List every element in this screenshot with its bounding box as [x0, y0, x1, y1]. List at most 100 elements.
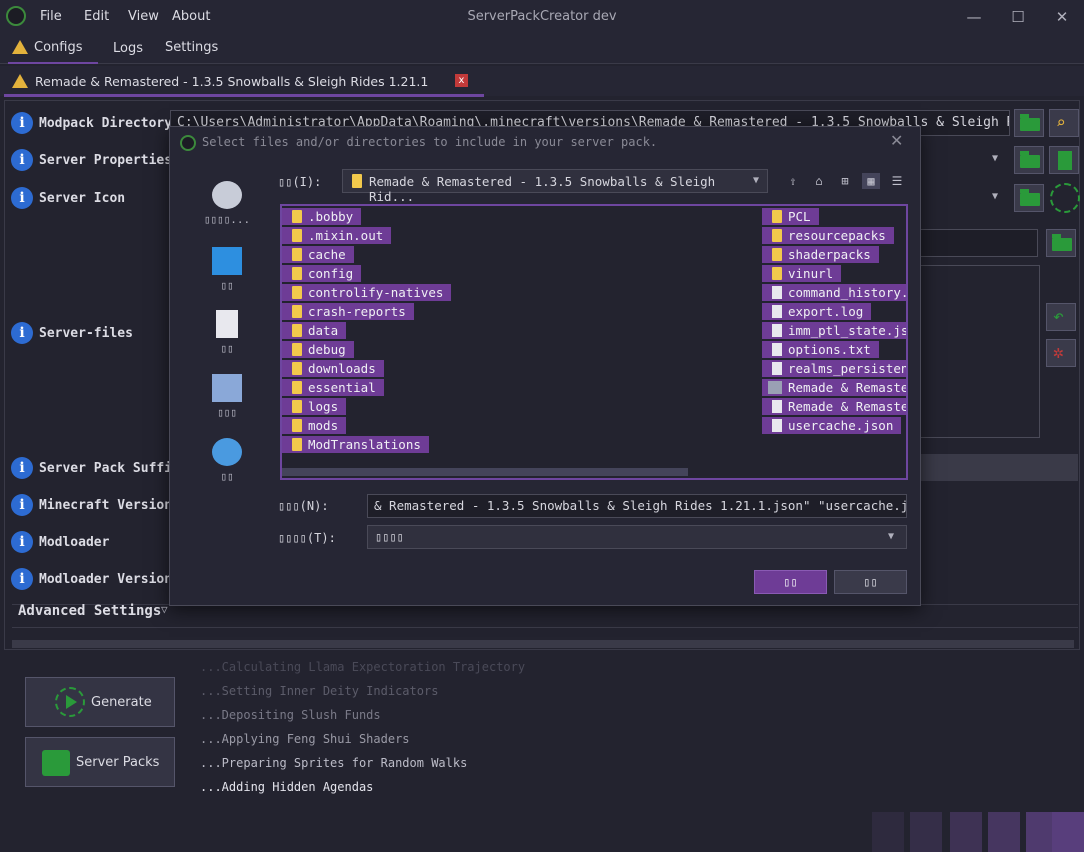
generate-button[interactable]: Generate — [25, 677, 175, 727]
advanced-settings-label[interactable]: Advanced Settings — [18, 603, 161, 619]
tab-config-remade[interactable]: Remade & Remastered - 1.3.5 Snowballs & … — [35, 74, 428, 89]
look-in-combo[interactable]: Remade & Remastered - 1.3.5 Snowballs & … — [342, 169, 768, 204]
file-item[interactable]: .mixin.out — [282, 227, 392, 244]
menu-view[interactable]: View — [128, 9, 159, 24]
folder-icon — [292, 400, 302, 413]
file-item[interactable]: config — [282, 265, 362, 282]
browse-folder-button[interactable] — [1014, 109, 1044, 137]
file-item-name: resourcepacks — [788, 228, 886, 243]
close-window-button[interactable]: ✕ — [1052, 8, 1072, 26]
place-computer[interactable]: ▯▯▯ — [190, 374, 264, 419]
place-documents[interactable]: ▯▯ — [190, 310, 264, 355]
list-view-icon[interactable]: ▦ — [862, 173, 880, 189]
file-item[interactable]: usercache.json — [762, 417, 902, 434]
horizontal-scrollbar[interactable] — [282, 468, 688, 476]
minimize-button[interactable]: — — [964, 8, 984, 26]
up-folder-icon[interactable]: ⇪ — [784, 173, 802, 189]
ok-button[interactable]: ▯▯ — [754, 570, 827, 594]
details-view-icon[interactable]: ☰ — [888, 173, 906, 189]
info-icon[interactable]: i — [11, 112, 33, 134]
info-icon[interactable]: i — [11, 531, 33, 553]
info-icon[interactable]: i — [11, 322, 33, 344]
look-in-label: ▯▯(I): — [278, 175, 322, 189]
info-icon[interactable]: i — [11, 494, 33, 516]
server-pack-suffix-field[interactable] — [920, 454, 1078, 481]
open-file-button[interactable] — [1049, 146, 1079, 174]
file-item[interactable]: export.log — [762, 303, 872, 320]
file-item[interactable]: vinurl — [762, 265, 842, 282]
log-line: ...Setting Inner Deity Indicators — [200, 684, 439, 698]
dialog-close-button[interactable]: ✕ — [890, 131, 903, 150]
file-type-value: ▯▯▯▯ — [375, 530, 404, 544]
decor-square — [950, 812, 982, 852]
tab-settings[interactable]: Settings — [165, 40, 218, 55]
horizontal-scrollbar[interactable] — [12, 640, 1074, 648]
expand-icon[interactable]: ▽ — [161, 603, 168, 616]
menu-about[interactable]: About — [172, 9, 210, 24]
info-icon[interactable]: i — [11, 457, 33, 479]
place-recent[interactable]: ▯▯▯▯... — [190, 181, 264, 226]
close-tab-icon[interactable]: x — [455, 74, 468, 87]
info-icon[interactable]: i — [11, 149, 33, 171]
file-item[interactable]: command_history.t — [762, 284, 906, 301]
file-type-combo[interactable]: ▯▯▯▯ ▼ — [367, 525, 907, 549]
folder-icon — [292, 381, 302, 394]
tab-logs[interactable]: Logs — [113, 41, 143, 56]
browse-folder-button[interactable] — [1014, 146, 1044, 174]
file-item[interactable]: crash-reports — [282, 303, 414, 320]
info-icon[interactable]: i — [11, 568, 33, 590]
folder-icon — [292, 229, 302, 242]
new-folder-icon[interactable]: ⊞ — [836, 173, 854, 189]
warning-icon — [12, 40, 28, 54]
server-packs-button[interactable]: Server Packs — [25, 737, 175, 787]
file-item[interactable]: .bobby — [282, 208, 362, 225]
file-list[interactable]: .bobby .mixin.out cache config controlify-na… — [280, 204, 908, 480]
file-item[interactable]: controlify-natives — [282, 284, 452, 301]
place-network[interactable]: ▯▯ — [190, 438, 264, 483]
file-item[interactable]: realms_persistenc — [762, 360, 906, 377]
file-item[interactable]: data — [282, 322, 347, 339]
file-item[interactable]: shaderpacks — [762, 246, 879, 263]
file-item[interactable]: options.txt — [762, 341, 879, 358]
chevron-down-icon[interactable]: ▼ — [992, 191, 998, 202]
tab-underline — [4, 94, 484, 97]
maximize-button[interactable]: ☐ — [1008, 8, 1028, 26]
file-item[interactable]: logs — [282, 398, 347, 415]
file-item[interactable]: Remade & Remaster — [762, 379, 906, 396]
advanced-settings-row[interactable] — [12, 604, 1078, 628]
server-pack-field[interactable] — [920, 229, 1038, 257]
file-item[interactable]: PCL — [762, 208, 819, 225]
server-files-list[interactable] — [920, 265, 1040, 438]
browse-folder-button[interactable] — [1046, 229, 1076, 257]
file-item[interactable]: Remade & Remaster — [762, 398, 906, 415]
file-item[interactable]: imm_ptl_state.jso — [762, 322, 906, 339]
file-item[interactable]: cache — [282, 246, 354, 263]
file-item[interactable]: essential — [282, 379, 384, 396]
file-icon — [772, 324, 782, 337]
browse-folder-button[interactable] — [1014, 184, 1044, 212]
place-label: ▯▯ — [220, 342, 234, 355]
file-item[interactable]: ModTranslations — [282, 436, 429, 453]
file-item[interactable]: debug — [282, 341, 354, 358]
reset-button[interactable]: ↶ — [1046, 303, 1076, 331]
cancel-button[interactable]: ▯▯ — [834, 570, 907, 594]
file-name-field[interactable]: & Remastered - 1.3.5 Snowballs & Sleigh … — [367, 494, 907, 518]
place-desktop[interactable]: ▯▯ — [190, 247, 264, 292]
revert-button[interactable]: ✲ — [1046, 339, 1076, 367]
file-item[interactable]: downloads — [282, 360, 384, 377]
file-item[interactable]: mods — [282, 417, 347, 434]
folder-icon — [352, 174, 362, 188]
warning-icon — [12, 74, 28, 88]
tab-configs[interactable]: Configs — [34, 40, 82, 55]
log-line: ...Depositing Slush Funds — [200, 708, 381, 722]
home-icon[interactable]: ⌂ — [810, 173, 828, 189]
file-item[interactable]: resourcepacks — [762, 227, 894, 244]
menu-file[interactable]: File — [40, 9, 62, 24]
chevron-down-icon[interactable]: ▼ — [992, 153, 998, 164]
log-line: ...Preparing Sprites for Random Walks — [200, 756, 468, 770]
place-label: ▯▯▯ — [217, 406, 237, 419]
search-button[interactable]: ⌕ — [1049, 109, 1079, 137]
file-item-name: debug — [308, 342, 346, 357]
info-icon[interactable]: i — [11, 187, 33, 209]
menu-edit[interactable]: Edit — [84, 9, 109, 24]
